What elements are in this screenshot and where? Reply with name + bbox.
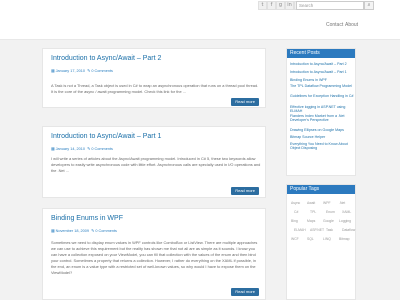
nav-about[interactable]: About xyxy=(345,22,358,28)
post-card: Introduction to Async/Await – Part 1 ▦ J… xyxy=(42,126,266,198)
tag-link[interactable]: .Net xyxy=(339,201,345,205)
post-title[interactable]: Binding Enums in WPF xyxy=(51,215,123,222)
recent-post-link[interactable]: Bitmap Source Helper xyxy=(290,135,354,139)
comment-icon: ✎ xyxy=(87,147,91,151)
twitter-icon[interactable]: t xyxy=(258,1,267,10)
recent-post-link[interactable]: Flanders Index Market from a .Net Develo… xyxy=(290,114,354,123)
recent-post-link[interactable]: Everything You Need to Know About Object… xyxy=(290,142,354,151)
post-title[interactable]: Introduction to Async/Await – Part 1 xyxy=(51,133,161,140)
calendar-icon: ▦ xyxy=(51,147,55,151)
tag-link[interactable]: ELMAH xyxy=(294,228,306,232)
tag-link[interactable]: XAML xyxy=(342,210,351,214)
tag-link[interactable]: WCF xyxy=(291,237,299,241)
tag-link[interactable]: TPL xyxy=(310,210,316,214)
post-meta: ▦ January 14, 2010 ✎ 0 Comments xyxy=(51,146,113,151)
popular-tags-heading: Popular Tags xyxy=(287,185,355,194)
nav-contact[interactable]: Contact xyxy=(326,22,343,28)
post-excerpt: I will write a series of articles about … xyxy=(51,156,261,173)
top-bar: tfgin≡ Search ⌕ xyxy=(0,0,400,12)
post-date[interactable]: January 14, 2010 xyxy=(56,147,85,151)
tag-link[interactable]: ASP.NET xyxy=(310,228,324,232)
post-meta: ▦ November 18, 2009 ✎ 0 Comments xyxy=(51,228,117,233)
post-comments[interactable]: 0 Comments xyxy=(95,229,117,233)
calendar-icon: ▦ xyxy=(51,69,55,73)
tag-link[interactable]: Google xyxy=(323,219,334,223)
recent-post-link[interactable]: Drawing Ellipses on Google Maps xyxy=(290,128,354,132)
tag-link[interactable]: Async xyxy=(291,201,300,205)
recent-post-link[interactable]: Binding Enums in WPF xyxy=(290,78,354,82)
post-card: Binding Enums in WPF ▦ November 18, 2009… xyxy=(42,208,266,300)
post-meta: ▦ January 17, 2010 ✎ 0 Comments xyxy=(51,68,113,73)
read-more-button[interactable]: Read more xyxy=(231,288,259,296)
popular-tags-widget: Popular Tags Async Await WPF .Net C# TPL Enum X… xyxy=(286,184,356,300)
tag-link[interactable]: Task xyxy=(326,228,333,232)
search-button[interactable]: ⌕ xyxy=(364,1,374,10)
post-card: Introduction to Async/Await – Part 2 ▦ J… xyxy=(42,48,266,108)
tag-link[interactable]: Bitmap xyxy=(339,237,350,241)
tag-link[interactable]: C# xyxy=(294,210,298,214)
github-icon[interactable]: g xyxy=(276,1,285,10)
post-comments[interactable]: 0 Comments xyxy=(91,69,113,73)
post-excerpt: Sometimes we need to display enum values… xyxy=(51,240,258,275)
tag-link[interactable]: Maps xyxy=(307,219,315,223)
tag-link[interactable]: Bing xyxy=(291,219,298,223)
tag-link[interactable]: WPF xyxy=(323,201,331,205)
tag-link[interactable]: Dataflow xyxy=(342,228,355,232)
comment-icon: ✎ xyxy=(87,69,91,73)
search-input[interactable]: Search xyxy=(296,1,364,10)
comment-icon: ✎ xyxy=(91,229,95,233)
recent-post-link[interactable]: The TPL Dataflow Programming Model xyxy=(290,84,354,88)
post-excerpt: A Task is not a Thread, a Task object is… xyxy=(51,83,259,94)
facebook-icon[interactable]: f xyxy=(267,1,276,10)
recent-post-link[interactable]: Introduction to Async/Await – Part 1 xyxy=(290,70,354,74)
tag-link[interactable]: LINQ xyxy=(323,237,331,241)
read-more-button[interactable]: Read more xyxy=(231,98,259,106)
recent-posts-widget: Recent Posts Introduction to Async/Await… xyxy=(286,48,356,176)
post-comments[interactable]: 0 Comments xyxy=(91,147,113,151)
tag-link[interactable]: Logging xyxy=(339,219,351,223)
tag-link[interactable]: Enum xyxy=(326,210,335,214)
post-date[interactable]: January 17, 2010 xyxy=(56,69,85,73)
recent-post-link[interactable]: Guidelines for Exception Handling in C# xyxy=(290,94,354,98)
post-title[interactable]: Introduction to Async/Await – Part 2 xyxy=(51,55,161,62)
recent-posts-heading: Recent Posts xyxy=(287,49,355,58)
calendar-icon: ▦ xyxy=(51,229,55,233)
linkedin-icon[interactable]: in xyxy=(285,1,294,10)
post-date[interactable]: November 18, 2009 xyxy=(56,229,89,233)
read-more-button[interactable]: Read more xyxy=(231,187,259,195)
tag-link[interactable]: SQL xyxy=(307,237,314,241)
tag-link[interactable]: Await xyxy=(307,201,315,205)
site-header: Contact About xyxy=(0,12,400,40)
recent-post-link[interactable]: Introduction to Async/Await – Part 2 xyxy=(290,62,354,66)
recent-post-link[interactable]: Effective logging in ASP.NET using ELMAH xyxy=(290,105,354,114)
